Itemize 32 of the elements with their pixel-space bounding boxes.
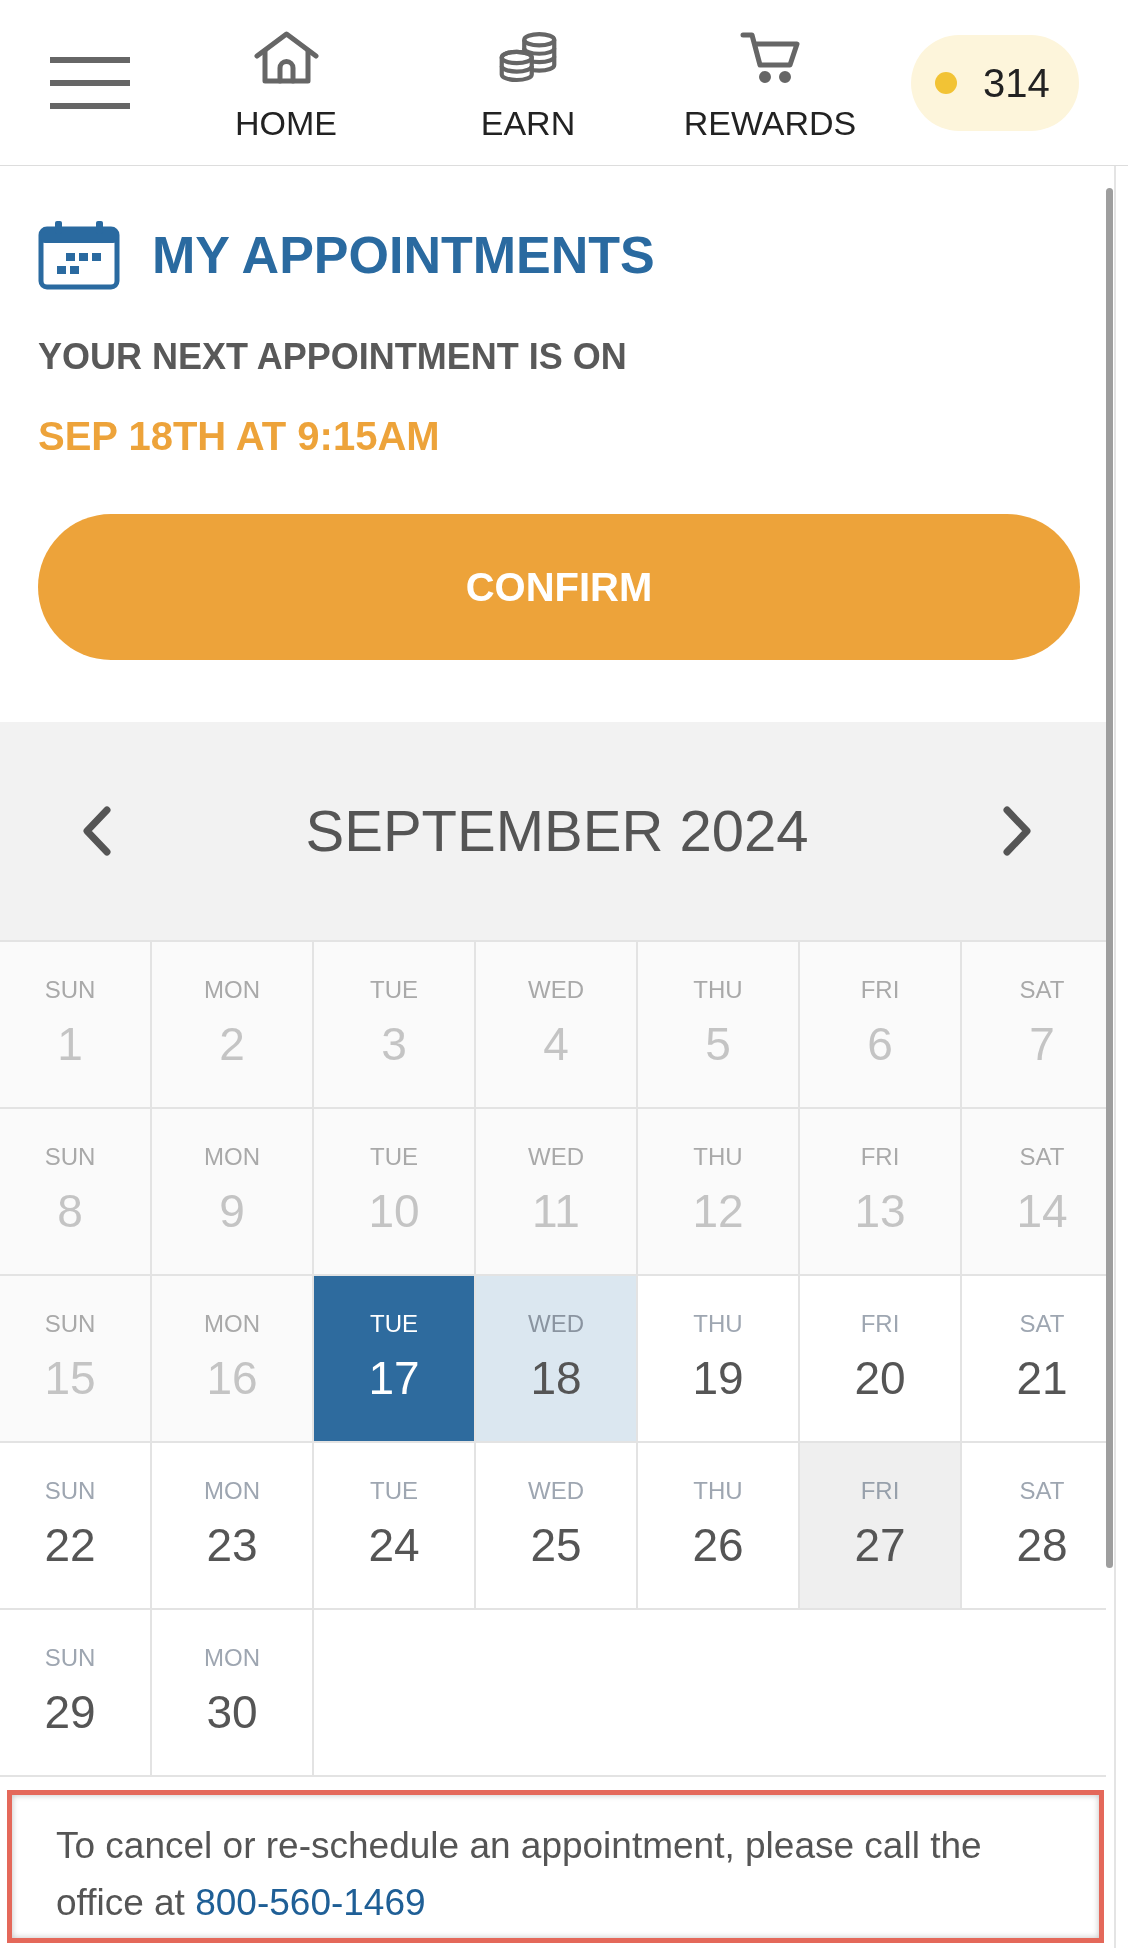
notice-text: To cancel or re-schedule an appointment, please call the office at 800-560-1469 bbox=[56, 1824, 983, 1925]
day-cell[interactable]: MON 23 bbox=[152, 1443, 314, 1610]
cart-icon bbox=[739, 31, 801, 84]
day-cell[interactable]: WED 18 bbox=[476, 1276, 638, 1443]
calendar-icon bbox=[38, 220, 120, 290]
day-cell[interactable]: THU 26 bbox=[638, 1443, 800, 1610]
month-title: SEPTEMBER 2024 bbox=[305, 798, 809, 864]
phone-link[interactable]: 800-560-1469 bbox=[195, 1882, 426, 1923]
nav-link[interactable]: HOME bbox=[235, 25, 337, 140]
day-cell[interactable]: WED 25 bbox=[476, 1443, 638, 1610]
points-count: 314 bbox=[983, 59, 1050, 106]
day-cell[interactable]: FRI 27 bbox=[800, 1443, 962, 1610]
nav-link[interactable]: EARN bbox=[480, 25, 576, 140]
chevron-left-icon bbox=[82, 805, 112, 857]
chevron-right-icon bbox=[1002, 805, 1032, 857]
day-cell[interactable]: MON 30 bbox=[152, 1610, 314, 1777]
page-title: MY APPOINTMENTS bbox=[152, 225, 655, 285]
next-appointment-date: SEP 18TH AT 9:15AM bbox=[38, 413, 440, 460]
next-appointment-label: YOUR NEXT APPOINTMENT IS ON bbox=[38, 336, 627, 378]
scrollbar[interactable] bbox=[1106, 188, 1113, 1568]
day-cell[interactable]: THU 19 bbox=[638, 1276, 800, 1443]
day-cell[interactable]: FRI 20 bbox=[800, 1276, 962, 1443]
dot-icon bbox=[935, 71, 957, 94]
day-cell[interactable]: TUE 24 bbox=[314, 1443, 476, 1610]
menu-icon bbox=[50, 56, 130, 109]
day-cell[interactable]: SUN 29 bbox=[0, 1610, 152, 1777]
menu-button[interactable] bbox=[50, 56, 130, 109]
home-icon bbox=[252, 31, 320, 84]
day-cell[interactable]: TUE 17 bbox=[314, 1276, 476, 1443]
coins-icon bbox=[498, 31, 558, 84]
day-cell[interactable]: SUN 22 bbox=[0, 1443, 152, 1610]
nav-link[interactable]: REWARDS bbox=[683, 25, 857, 140]
